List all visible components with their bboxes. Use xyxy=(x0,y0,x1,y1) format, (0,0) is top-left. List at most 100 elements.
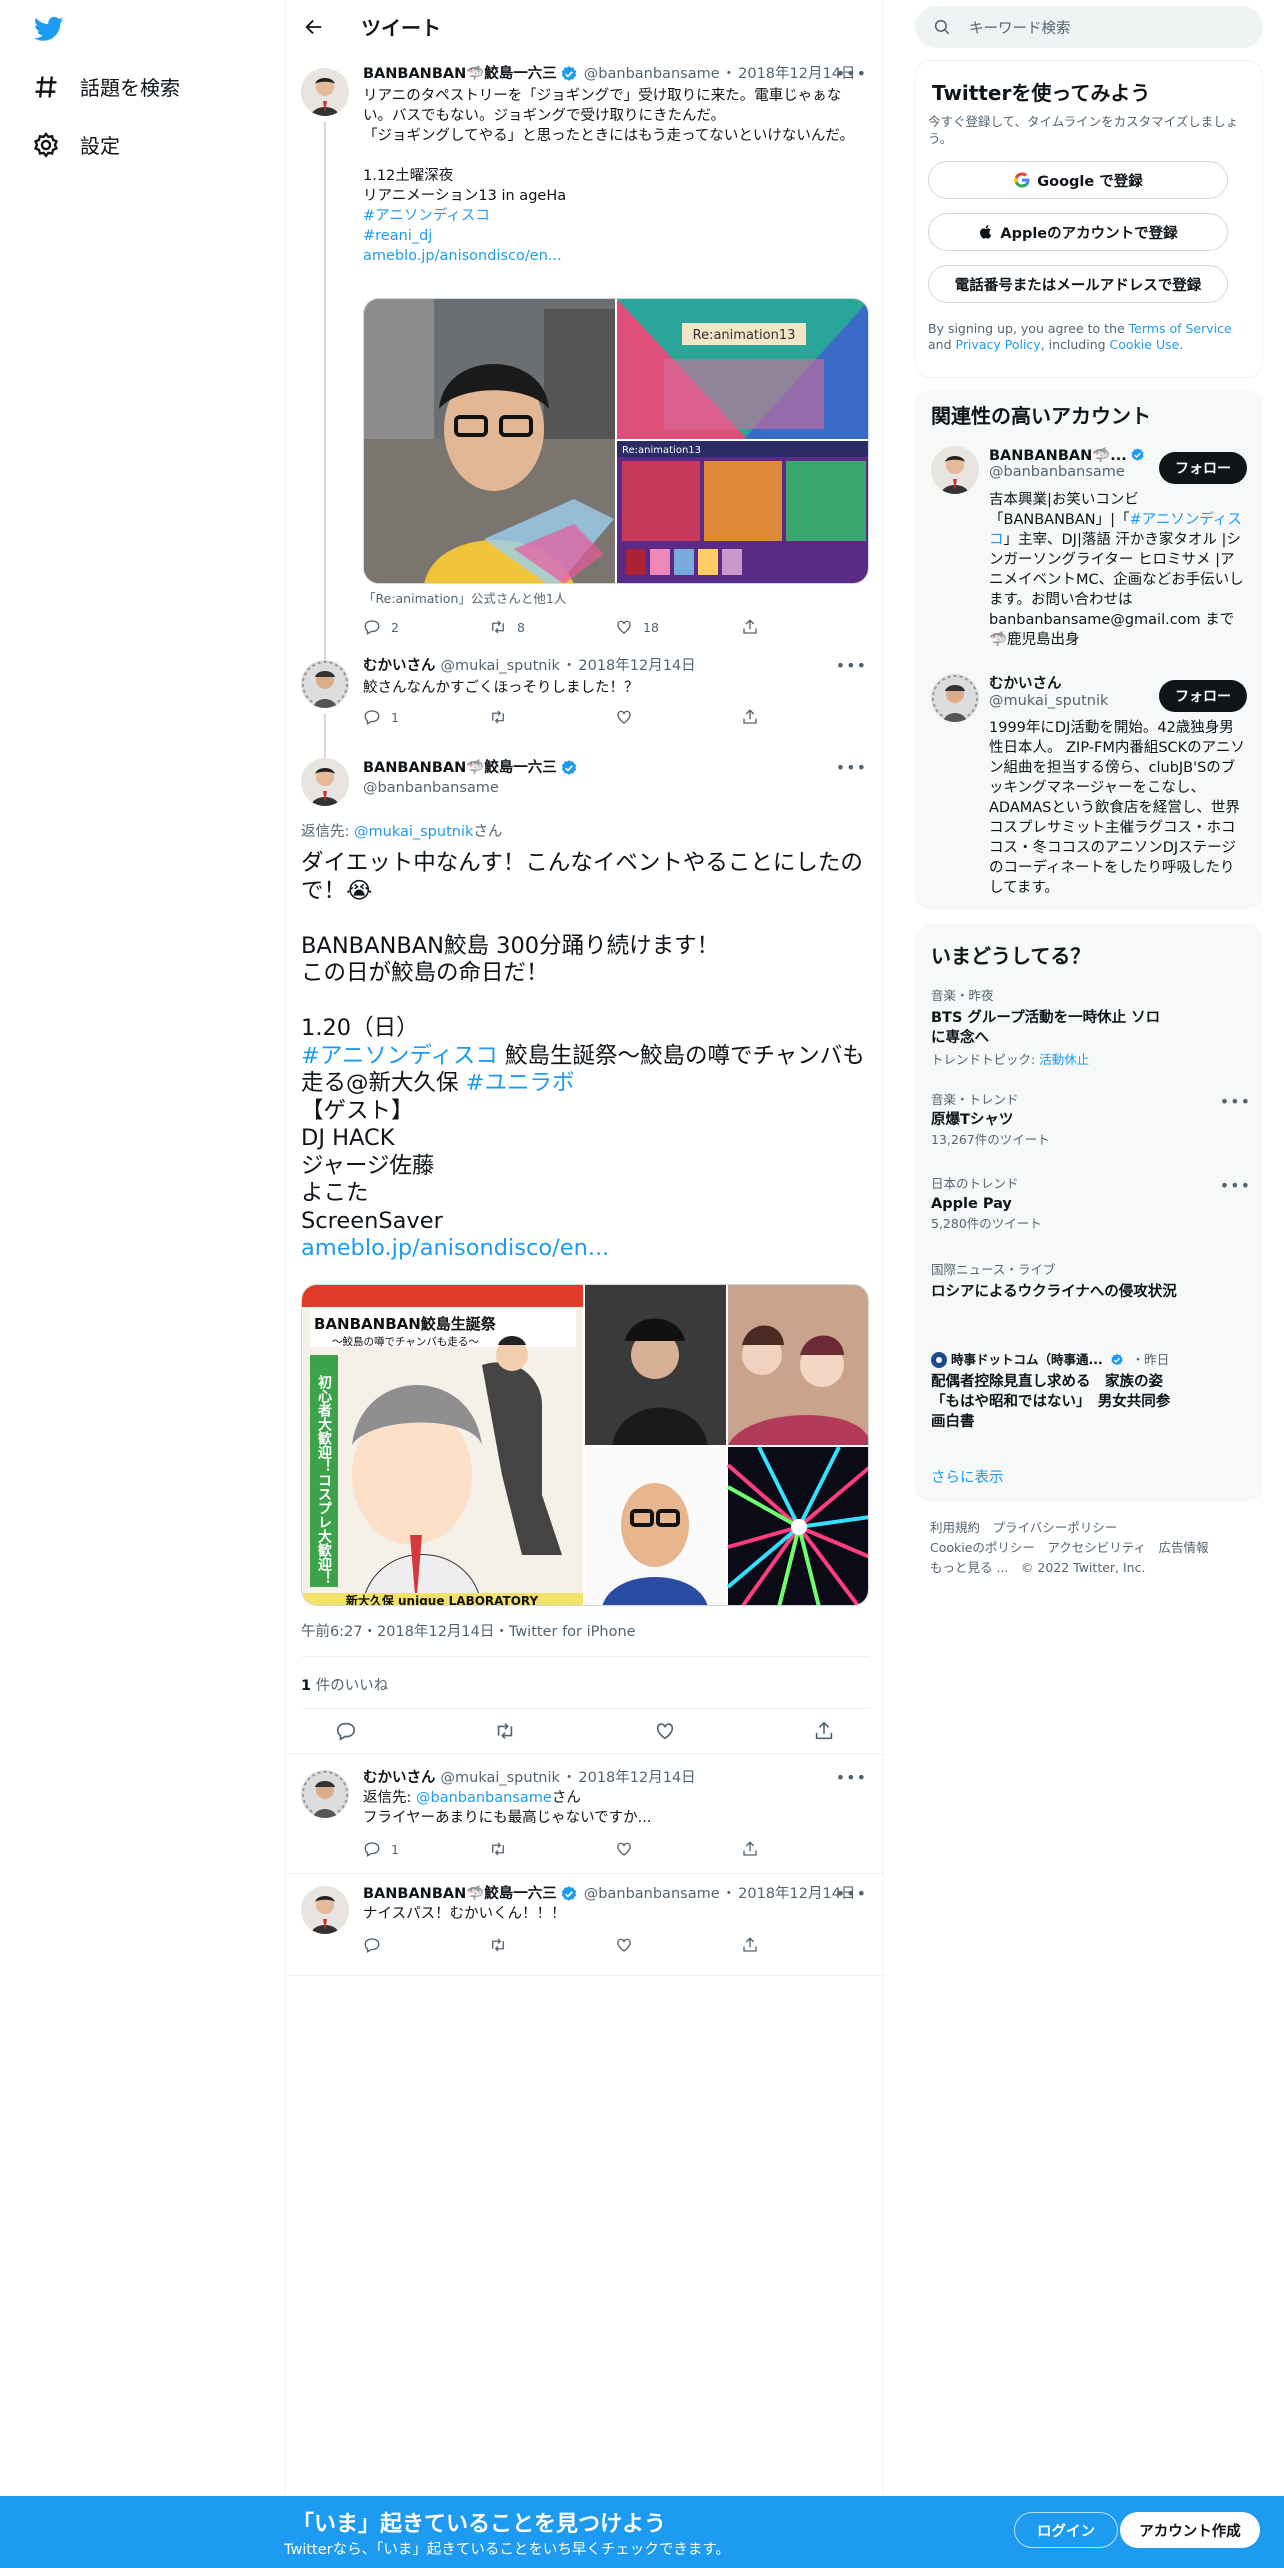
author-handle[interactable]: @mukai_sputnik xyxy=(441,1768,560,1788)
heart-icon[interactable] xyxy=(654,1720,676,1742)
avatar[interactable] xyxy=(301,1770,349,1818)
privacy-link[interactable]: Privacy Policy xyxy=(956,337,1041,352)
trend-item[interactable]: 時事ドットコム（時事通... ・昨日 配偶者控除見直し求める 家族の姿「もはや昭和… xyxy=(931,1352,1251,1432)
more-options-icon[interactable]: ••• xyxy=(1220,1176,1251,1195)
url-link[interactable]: ameblo.jp/anisondisco/en... xyxy=(363,248,562,264)
avatar[interactable] xyxy=(301,68,349,116)
url-link[interactable]: ameblo.jp/anisondisco/en... xyxy=(301,1235,609,1261)
photo-disco-lights[interactable] xyxy=(726,1446,869,1606)
search-box[interactable]: キーワード検索 xyxy=(915,6,1263,48)
reply-to-link[interactable]: @mukai_sputnik xyxy=(354,824,473,840)
author-name[interactable]: BANBANBAN🦈鮫島一六三 xyxy=(363,1884,557,1904)
show-more-link[interactable]: さらに表示 xyxy=(931,1466,1004,1487)
back-arrow-icon[interactable] xyxy=(303,16,325,38)
media-caption[interactable]: 「Re:animation」公式さんと他1人 xyxy=(363,588,566,607)
retweet-button[interactable] xyxy=(489,1840,615,1858)
hashtag-link[interactable]: #アニソンディスコ xyxy=(363,208,490,224)
more-options-icon[interactable]: ••• xyxy=(1220,1092,1251,1111)
photo-guest-1[interactable] xyxy=(585,1285,726,1445)
terms-link[interactable]: Terms of Service xyxy=(1129,321,1232,336)
author-handle[interactable]: @mukai_sputnik xyxy=(441,656,560,676)
author-handle[interactable]: @banbanbansame xyxy=(584,64,720,84)
share-button[interactable] xyxy=(741,708,867,726)
reply-tweet[interactable]: BANBANBAN🦈鮫島一六三 @banbanbansame ・ 2018年12… xyxy=(285,1876,885,1976)
avatar[interactable] xyxy=(301,1886,349,1934)
retweet-icon[interactable] xyxy=(494,1720,516,1742)
photo-guest-3[interactable] xyxy=(585,1447,726,1606)
reply-to-link[interactable]: @banbanbansame xyxy=(416,1790,552,1806)
photo-flyer[interactable]: BANBANBAN鮫島生誕祭 〜鮫島の噂でチャンバも走る〜 初心者大歓迎！コスプ… xyxy=(302,1285,583,1606)
hashtag-link[interactable]: #ユニラボ xyxy=(466,1070,575,1096)
trend-item[interactable]: 音楽・トレンド ••• 原爆Tシャツ 13,267件のツイート xyxy=(931,1092,1251,1148)
share-icon[interactable] xyxy=(813,1720,835,1742)
footer-line[interactable]: もっと見る ... © 2022 Twitter, Inc. xyxy=(930,1558,1250,1578)
follow-button[interactable]: フォロー xyxy=(1159,680,1247,712)
nav-settings[interactable]: 設定 xyxy=(32,130,120,159)
account-name[interactable]: むかいさん xyxy=(989,672,1149,693)
trend-item[interactable]: 日本のトレンド ••• Apple Pay 5,280件のツイート xyxy=(931,1176,1251,1232)
trend-item[interactable]: 音楽・昨夜 BTS グループ活動を一時休止 ソロに専念へ トレンドトピック: 活… xyxy=(931,988,1251,1068)
tweet-metadata[interactable]: 午前6:27・2018年12月14日・Twitter for iPhone xyxy=(301,1620,636,1641)
author-name[interactable]: むかいさん xyxy=(363,1768,436,1788)
hashtag-link[interactable]: #reani_dj xyxy=(363,228,432,244)
author-handle[interactable]: @banbanbansame xyxy=(363,778,867,798)
more-options-icon[interactable]: ••• xyxy=(836,1884,867,1903)
account-handle[interactable]: @banbanbansame xyxy=(989,464,1149,480)
tweet-date[interactable]: 2018年12月14日 xyxy=(578,656,695,676)
avatar[interactable] xyxy=(931,446,979,494)
like-button[interactable] xyxy=(615,1936,741,1954)
follow-button[interactable]: フォロー xyxy=(1159,452,1247,484)
reply-button[interactable] xyxy=(363,1936,489,1954)
reply-button[interactable]: 1 xyxy=(363,708,489,726)
hashtag-link[interactable]: #アニソンディスコ xyxy=(301,1043,498,1069)
thread-tweet[interactable]: BANBANBAN🦈鮫島一六三 @banbanbansame ・ 2018年12… xyxy=(285,60,885,662)
avatar[interactable] xyxy=(301,660,349,708)
avatar[interactable] xyxy=(931,674,979,722)
more-options-icon[interactable]: ••• xyxy=(836,758,867,777)
phone-email-signup-button[interactable]: 電話番号またはメールアドレスで登録 xyxy=(928,265,1228,303)
avatar[interactable] xyxy=(301,758,349,806)
reply-icon[interactable] xyxy=(335,1720,357,1742)
like-button[interactable]: 18 xyxy=(615,618,741,636)
author-handle[interactable]: @banbanbansame xyxy=(584,1884,720,1904)
trend-topic-link[interactable]: 活動休止 xyxy=(1039,1052,1089,1067)
like-button[interactable] xyxy=(615,708,741,726)
reply-tweet[interactable]: むかいさん @mukai_sputnik ・ 2018年12月14日 ••• 返… xyxy=(285,1760,885,1874)
more-options-icon[interactable]: ••• xyxy=(836,64,867,83)
tweet-media-grid[interactable]: BANBANBAN鮫島生誕祭 〜鮫島の噂でチャンバも走る〜 初心者大歓迎！コスプ… xyxy=(301,1284,869,1606)
share-button[interactable] xyxy=(741,618,867,636)
photo-selfie[interactable] xyxy=(364,299,615,584)
tweet-date[interactable]: 2018年12月14日 xyxy=(578,1768,695,1788)
like-button[interactable] xyxy=(615,1840,741,1858)
login-button[interactable]: ログイン xyxy=(1014,2512,1118,2548)
cookie-link[interactable]: Cookie Use xyxy=(1110,337,1180,352)
likes-summary[interactable]: 1 件のいいね xyxy=(301,1674,388,1695)
reply-button[interactable]: 2 xyxy=(363,618,489,636)
more-options-icon[interactable]: ••• xyxy=(836,656,867,675)
retweet-button[interactable] xyxy=(489,1936,615,1954)
apple-signup-button[interactable]: Appleのアカウントで登録 xyxy=(928,213,1228,251)
footer-line[interactable]: 利用規約 プライバシーポリシー xyxy=(930,1518,1250,1538)
retweet-button[interactable] xyxy=(489,708,615,726)
twitter-logo-icon[interactable] xyxy=(32,14,66,44)
photo-guest-2[interactable] xyxy=(728,1285,869,1445)
signup-button[interactable]: アカウント作成 xyxy=(1120,2512,1260,2548)
retweet-button[interactable]: 8 xyxy=(489,618,615,636)
share-button[interactable] xyxy=(741,1840,867,1858)
photo-tapestry-top[interactable]: Re:animation13 xyxy=(617,299,869,439)
share-button[interactable] xyxy=(741,1936,867,1954)
search-input[interactable]: キーワード検索 xyxy=(969,17,1071,38)
account-handle[interactable]: @mukai_sputnik xyxy=(989,693,1149,709)
google-signup-button[interactable]: Google で登録 xyxy=(928,161,1228,199)
author-name[interactable]: BANBANBAN🦈鮫島一六三 xyxy=(363,64,557,84)
thread-tweet[interactable]: むかいさん @mukai_sputnik ・ 2018年12月14日 ••• 鮫… xyxy=(285,652,885,764)
photo-tapestry-bottom[interactable]: Re:animation13 xyxy=(617,441,869,584)
tweet-media-grid[interactable]: Re:animation13 Re:animation13 xyxy=(363,298,869,584)
author-name[interactable]: BANBANBAN🦈鮫島一六三 xyxy=(363,758,557,778)
footer-line[interactable]: Cookieのポリシー アクセシビリティ 広告情報 xyxy=(930,1538,1250,1558)
account-name[interactable]: BANBANBAN🦈... xyxy=(989,447,1127,464)
reply-button[interactable]: 1 xyxy=(363,1840,489,1858)
author-name[interactable]: むかいさん xyxy=(363,656,436,676)
nav-explore[interactable]: 話題を検索 xyxy=(32,72,180,101)
trend-item[interactable]: 国際ニュース・ライブ ロシアによるウクライナへの侵攻状況 xyxy=(931,1262,1251,1302)
